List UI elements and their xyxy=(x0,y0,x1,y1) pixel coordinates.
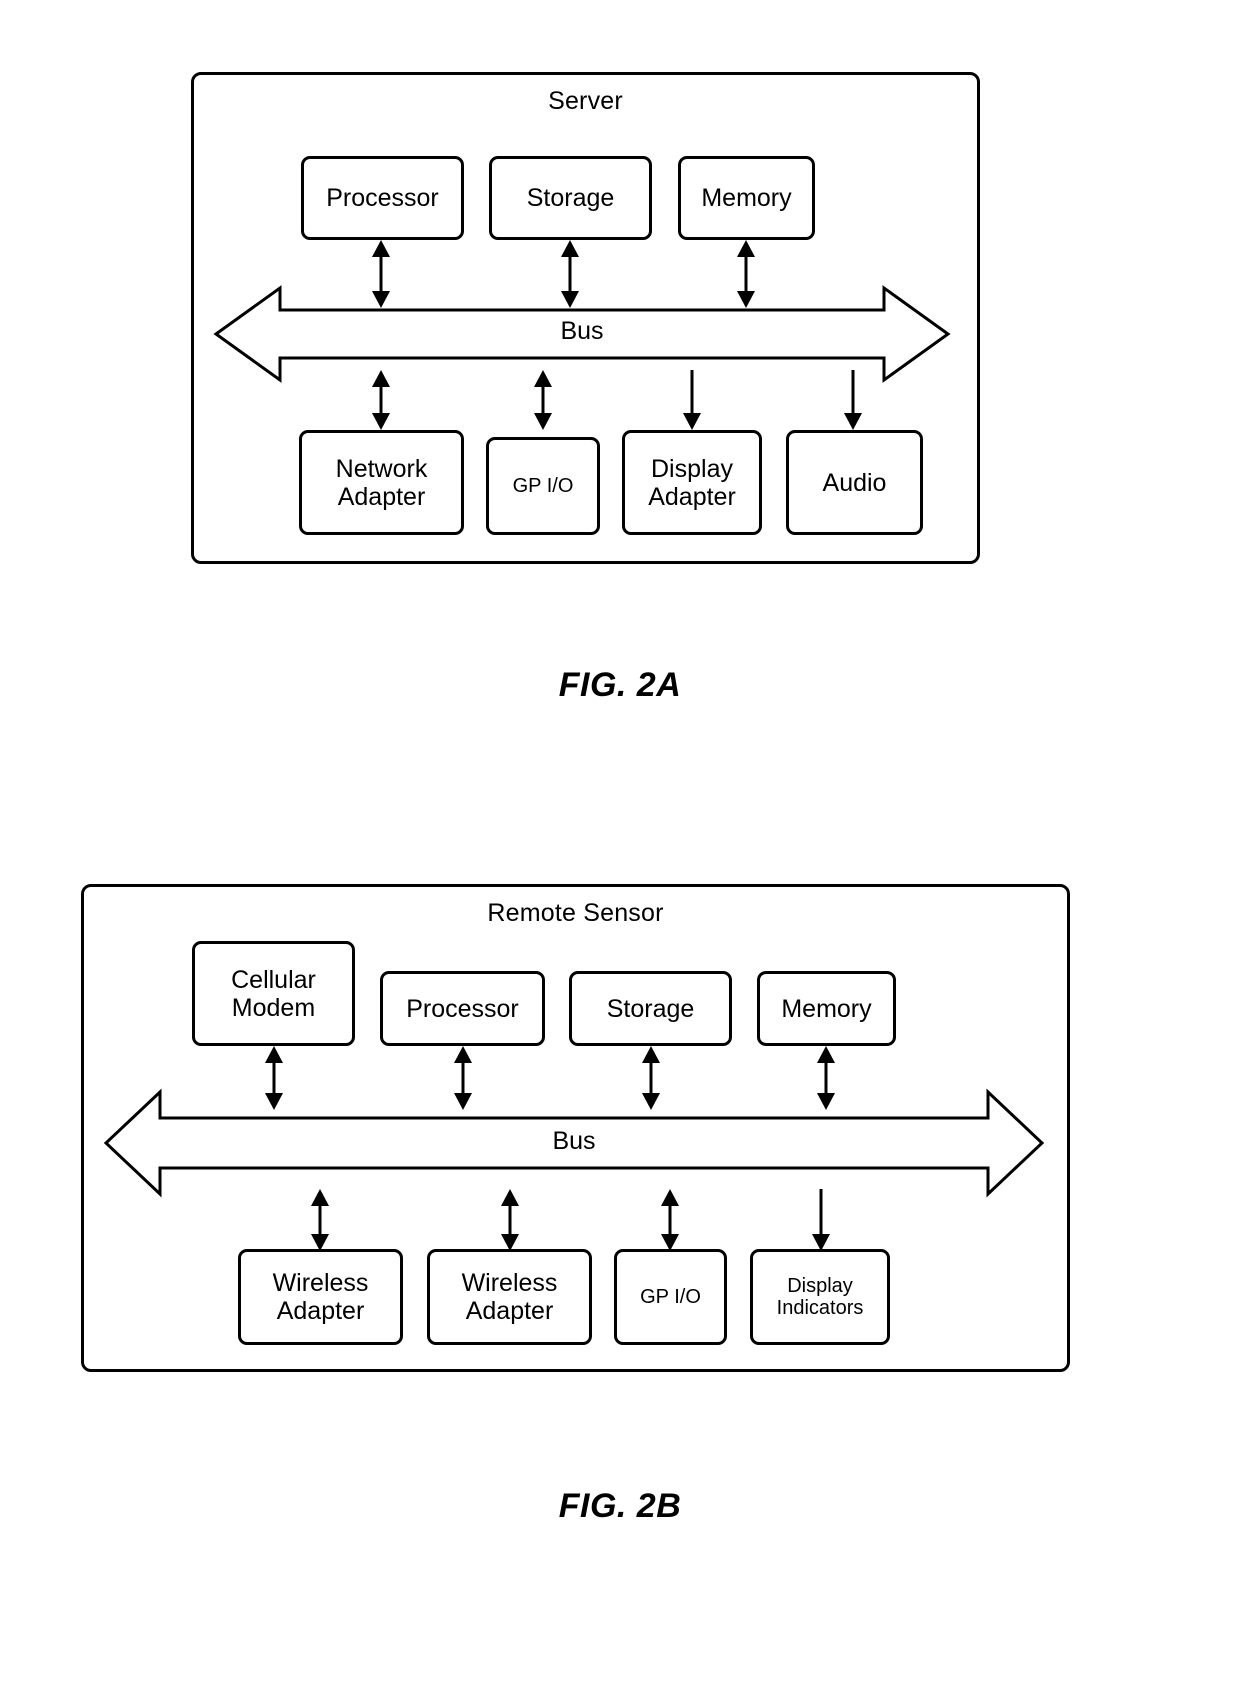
fig2b-display-indicators-line2: Indicators xyxy=(776,1297,864,1319)
fig2a-audio-label: Audio xyxy=(822,468,887,497)
fig2a-box-storage: Storage xyxy=(489,156,652,240)
fig2a-box-network-adapter: Network Adapter xyxy=(299,430,464,535)
fig2b-wireless-adapter-1-line2: Adapter xyxy=(276,1297,365,1325)
fig2b-box-cellular-modem: Cellular Modem xyxy=(192,941,355,1046)
fig2a-storage-label: Storage xyxy=(526,184,615,212)
fig2b-connector-bus-wireless-adapter-1 xyxy=(307,1189,333,1251)
fig2a-bus-label: Bus xyxy=(560,317,604,345)
fig2a-caption: FIG. 2A xyxy=(558,666,682,704)
fig2a-bus: Bus xyxy=(213,285,951,383)
fig2b-box-wireless-adapter-2: Wireless Adapter xyxy=(427,1249,592,1345)
fig2a-network-adapter-line2: Adapter xyxy=(337,482,426,511)
fig2a-gp-io-label: GP I/O xyxy=(512,474,574,497)
fig2b-caption: FIG. 2B xyxy=(558,1487,682,1525)
fig2b-wireless-adapter-1-line1: Wireless xyxy=(272,1269,369,1297)
fig2a-display-adapter-line1: Display xyxy=(651,454,733,483)
fig2a-box-audio: Audio xyxy=(786,430,923,535)
fig2b-processor-label: Processor xyxy=(406,994,519,1023)
fig2b-box-storage: Storage xyxy=(569,971,732,1046)
server-title: Server xyxy=(548,87,623,115)
fig2b-bus-label: Bus xyxy=(552,1127,596,1155)
fig2a-network-adapter-line1: Network xyxy=(335,454,428,483)
fig2b-box-memory: Memory xyxy=(757,971,896,1046)
fig2a-connector-bus-audio xyxy=(840,370,866,430)
fig2b-gp-io-label: GP I/O xyxy=(640,1285,701,1308)
patent-figure-sheet: Server Processor Storage Memory Bus Netw… xyxy=(0,0,1240,1691)
fig2b-cellular-modem-line1: Cellular xyxy=(231,965,316,994)
fig2b-box-gp-io: GP I/O xyxy=(614,1249,727,1345)
fig2b-box-display-indicators: Display Indicators xyxy=(750,1249,890,1345)
fig2b-cellular-modem-line2: Modem xyxy=(231,993,316,1022)
fig2b-bus: Bus xyxy=(103,1088,1045,1198)
fig2b-wireless-adapter-2-line1: Wireless xyxy=(461,1269,558,1297)
fig2b-connector-bus-wireless-adapter-2 xyxy=(497,1189,523,1251)
fig2a-connector-bus-display-adapter xyxy=(679,370,705,430)
fig2a-box-display-adapter: Display Adapter xyxy=(622,430,762,535)
fig2a-box-processor: Processor xyxy=(301,156,464,240)
fig2a-connector-bus-gp-io xyxy=(530,370,556,430)
fig2b-connector-bus-display-indicators xyxy=(808,1189,834,1251)
fig2b-box-processor: Processor xyxy=(380,971,545,1046)
fig2a-box-memory: Memory xyxy=(678,156,815,240)
fig2b-storage-label: Storage xyxy=(606,994,695,1023)
fig2a-processor-label: Processor xyxy=(326,184,439,212)
remote-sensor-title: Remote Sensor xyxy=(487,899,664,927)
fig2b-box-wireless-adapter-1: Wireless Adapter xyxy=(238,1249,403,1345)
fig2a-memory-label: Memory xyxy=(701,184,792,212)
fig2a-display-adapter-line2: Adapter xyxy=(648,482,736,511)
fig2b-memory-label: Memory xyxy=(781,994,872,1023)
fig2b-connector-bus-gp-io xyxy=(657,1189,683,1251)
fig2a-connector-bus-network-adapter xyxy=(368,370,394,430)
fig2a-box-gp-io: GP I/O xyxy=(486,437,600,535)
fig2b-display-indicators-line1: Display xyxy=(787,1274,853,1297)
fig2b-wireless-adapter-2-line2: Adapter xyxy=(465,1297,554,1325)
